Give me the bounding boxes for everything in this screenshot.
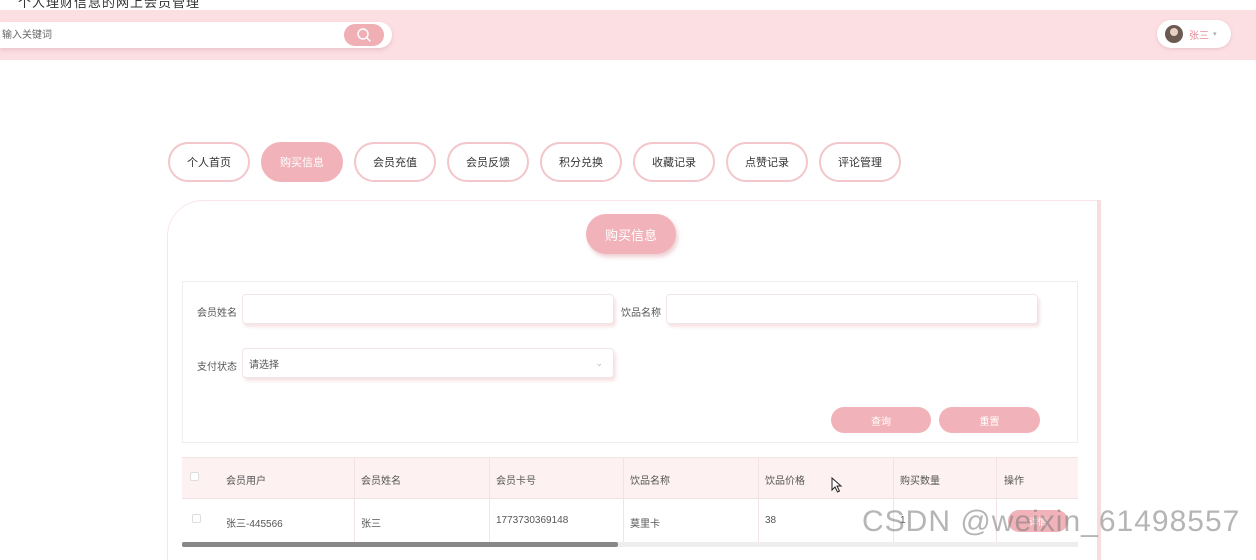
col-header-drink: 饮品名称: [630, 476, 670, 487]
col-header-user: 会员用户: [226, 476, 266, 487]
search-button[interactable]: [344, 24, 384, 46]
member-name-input[interactable]: [242, 294, 614, 324]
horizontal-scrollbar[interactable]: [182, 542, 1078, 547]
search-icon: [357, 28, 371, 42]
reset-button[interactable]: 重置: [939, 407, 1040, 433]
col-header-action: 操作: [1004, 476, 1024, 487]
user-name: 张三: [1189, 30, 1209, 42]
tab-points-exchange[interactable]: 积分兑换: [540, 142, 622, 182]
tab-member-recharge[interactable]: 会员充值: [354, 142, 436, 182]
cell-card: 1773730369148: [496, 515, 569, 526]
col-header-card: 会员卡号: [496, 476, 536, 487]
mouse-cursor-icon: [831, 476, 843, 498]
cell-price: 38: [765, 515, 777, 526]
tab-personal-home[interactable]: 个人首页: [168, 142, 250, 182]
tab-favorites[interactable]: 收藏记录: [633, 142, 715, 182]
pay-status-select[interactable]: 请选择 ⌄: [242, 348, 614, 378]
watermark: CSDN @weixin_61498557: [862, 505, 1241, 538]
title-bar: 个人理财信息的网上会员管理: [0, 0, 1256, 10]
col-header-qty: 购买数量: [900, 476, 940, 487]
chevron-down-icon: ⌄: [595, 358, 603, 368]
member-name-label: 会员姓名: [197, 308, 237, 319]
chevron-down-icon: ▾: [1213, 31, 1217, 38]
search-input[interactable]: [0, 22, 340, 48]
drink-name-label: 饮品名称: [621, 308, 661, 319]
header: 张三 ▾: [0, 10, 1256, 60]
query-button[interactable]: 查询: [831, 407, 931, 433]
search-form: 会员姓名 饮品名称 支付状态 请选择 ⌄ 查询 重置: [182, 281, 1078, 443]
search-box: [0, 22, 392, 48]
pay-status-label: 支付状态: [197, 362, 237, 373]
col-header-price: 饮品价格: [765, 476, 805, 487]
user-menu[interactable]: 张三 ▾: [1157, 20, 1231, 48]
scroll-thumb[interactable]: [182, 542, 618, 547]
tab-purchase-info[interactable]: 购买信息: [261, 142, 343, 182]
drink-name-input[interactable]: [666, 294, 1038, 324]
tab-likes[interactable]: 点赞记录: [726, 142, 808, 182]
cell-drink: 莫里卡: [630, 519, 660, 530]
tab-comments[interactable]: 评论管理: [819, 142, 901, 182]
tab-member-feedback[interactable]: 会员反馈: [447, 142, 529, 182]
section-title: 购买信息: [586, 214, 676, 254]
avatar: [1165, 25, 1183, 43]
row-checkbox[interactable]: [192, 514, 201, 523]
select-all-checkbox[interactable]: [190, 472, 199, 481]
pay-status-value: 请选择: [249, 359, 279, 371]
cell-user: 张三-445566: [226, 519, 283, 530]
cell-name: 张三: [361, 519, 381, 530]
col-header-name: 会员姓名: [361, 476, 401, 487]
